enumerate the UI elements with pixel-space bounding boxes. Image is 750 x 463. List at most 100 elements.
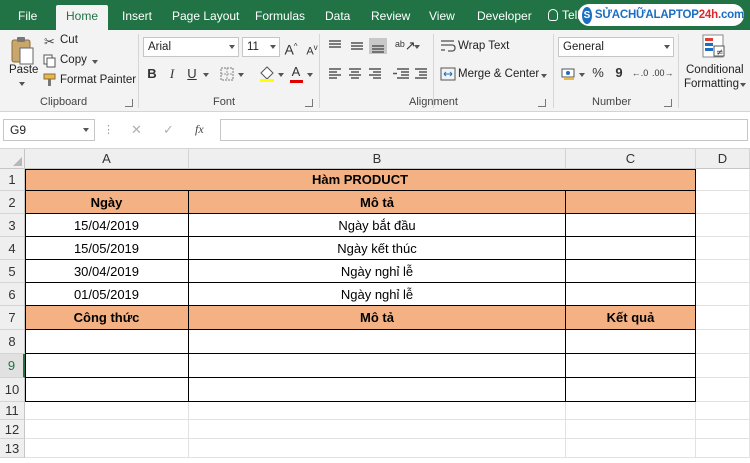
- column-header-a[interactable]: A: [25, 149, 189, 169]
- date-cell[interactable]: 15/04/2019: [25, 214, 189, 237]
- number-format-dropdown[interactable]: General: [558, 37, 674, 57]
- sheet-title-cell[interactable]: Hàm PRODUCT: [25, 169, 696, 191]
- tab-view[interactable]: View: [429, 0, 455, 30]
- font-name-dropdown[interactable]: Arial: [143, 37, 239, 57]
- header-cell-formula[interactable]: Công thức: [25, 306, 189, 330]
- cell[interactable]: [696, 260, 750, 283]
- decrease-decimal-button[interactable]: .00→: [652, 63, 674, 83]
- paste-dropdown-icon[interactable]: [19, 82, 25, 86]
- accounting-dropdown-icon[interactable]: [579, 73, 585, 77]
- cell[interactable]: [696, 330, 750, 354]
- cell[interactable]: [696, 420, 750, 439]
- row-header-8[interactable]: 8: [0, 330, 25, 354]
- cell[interactable]: [696, 169, 750, 191]
- conditional-formatting-button[interactable]: Conditional: [686, 64, 744, 76]
- tab-file[interactable]: File: [18, 0, 37, 30]
- cell[interactable]: [696, 237, 750, 260]
- row-header-9[interactable]: 9: [0, 354, 25, 378]
- tab-page-layout[interactable]: Page Layout: [172, 0, 239, 30]
- grow-font-button[interactable]: A^: [281, 37, 301, 58]
- column-header-c[interactable]: C: [566, 149, 696, 169]
- column-header-d[interactable]: D: [696, 149, 750, 169]
- row-header-13[interactable]: 13: [0, 439, 25, 458]
- header-cell-empty[interactable]: [566, 191, 696, 214]
- fill-color-icon[interactable]: [258, 65, 276, 83]
- merge-center-dropdown-icon[interactable]: [541, 74, 547, 78]
- cell[interactable]: [25, 378, 189, 402]
- cell[interactable]: [189, 330, 566, 354]
- cell[interactable]: [189, 420, 566, 439]
- row-header-2[interactable]: 2: [0, 191, 25, 214]
- tab-developer[interactable]: Developer: [477, 0, 532, 30]
- header-cell-date[interactable]: Ngày: [25, 191, 189, 214]
- cell[interactable]: [696, 191, 750, 214]
- format-painter-button[interactable]: Format Painter: [60, 74, 136, 86]
- cell[interactable]: [566, 420, 696, 439]
- name-box[interactable]: G9: [3, 119, 95, 141]
- column-header-b[interactable]: B: [189, 149, 566, 169]
- header-cell-result[interactable]: Kết quả: [566, 306, 696, 330]
- comma-style-button[interactable]: 9: [609, 63, 629, 83]
- row-header-7[interactable]: 7: [0, 306, 25, 330]
- cell[interactable]: [566, 354, 696, 378]
- cell[interactable]: [566, 330, 696, 354]
- date-cell[interactable]: 01/05/2019: [25, 283, 189, 306]
- cell[interactable]: [189, 354, 566, 378]
- font-color-icon[interactable]: A: [286, 62, 306, 82]
- row-header-6[interactable]: 6: [0, 283, 25, 306]
- increase-decimal-button[interactable]: ←.0: [630, 63, 650, 83]
- cell[interactable]: [566, 378, 696, 402]
- merge-center-button[interactable]: Merge & Center: [458, 68, 539, 80]
- borders-dropdown-icon[interactable]: [238, 73, 244, 77]
- cut-button[interactable]: Cut: [60, 34, 78, 46]
- font-size-dropdown[interactable]: 11: [242, 37, 280, 57]
- row-header-10[interactable]: 10: [0, 378, 25, 402]
- cell[interactable]: [566, 237, 696, 260]
- description-cell[interactable]: Ngày nghỉ lễ: [189, 283, 566, 306]
- copy-button[interactable]: Copy: [60, 54, 87, 66]
- description-cell[interactable]: Ngày nghỉ lễ: [189, 260, 566, 283]
- cell[interactable]: [696, 214, 750, 237]
- cell[interactable]: [566, 260, 696, 283]
- paste-button[interactable]: Paste: [9, 64, 38, 76]
- date-cell[interactable]: 30/04/2019: [25, 260, 189, 283]
- row-header-5[interactable]: 5: [0, 260, 25, 283]
- accounting-format-icon[interactable]: [561, 67, 577, 81]
- select-all-corner[interactable]: [0, 149, 25, 169]
- tab-review[interactable]: Review: [371, 0, 410, 30]
- date-cell[interactable]: 15/05/2019: [25, 237, 189, 260]
- font-launcher-icon[interactable]: [305, 99, 313, 107]
- cell[interactable]: [25, 420, 189, 439]
- cell[interactable]: [696, 306, 750, 330]
- cancel-icon[interactable]: ✕: [131, 122, 142, 138]
- row-header-3[interactable]: 3: [0, 214, 25, 237]
- underline-dropdown-icon[interactable]: [203, 73, 209, 77]
- enter-icon[interactable]: ✓: [163, 122, 174, 138]
- row-header-12[interactable]: 12: [0, 420, 25, 439]
- cell[interactable]: [189, 402, 566, 420]
- tab-home[interactable]: Home: [56, 5, 109, 30]
- cell[interactable]: [566, 402, 696, 420]
- alignment-launcher-icon[interactable]: [538, 99, 546, 107]
- formula-input[interactable]: [220, 119, 748, 141]
- cell[interactable]: [189, 378, 566, 402]
- vertical-align-icons[interactable]: [327, 38, 387, 54]
- italic-button[interactable]: I: [162, 64, 182, 84]
- number-launcher-icon[interactable]: [664, 99, 672, 107]
- header-cell-description[interactable]: Mô tả: [189, 191, 566, 214]
- cell[interactable]: [25, 354, 189, 378]
- cell[interactable]: [696, 378, 750, 402]
- clipboard-launcher-icon[interactable]: [125, 99, 133, 107]
- cell[interactable]: [25, 402, 189, 420]
- cell[interactable]: [25, 439, 189, 458]
- borders-icon[interactable]: [220, 67, 234, 81]
- bold-button[interactable]: B: [142, 64, 162, 84]
- conditional-formatting-dropdown-icon[interactable]: [740, 83, 746, 87]
- cell[interactable]: [189, 439, 566, 458]
- copy-dropdown-icon[interactable]: [92, 60, 98, 64]
- description-cell[interactable]: Ngày bắt đầu: [189, 214, 566, 237]
- cell[interactable]: [696, 402, 750, 420]
- cell[interactable]: [696, 354, 750, 378]
- insert-function-icon[interactable]: fx: [195, 122, 204, 137]
- header-cell-description-2[interactable]: Mô tả: [189, 306, 566, 330]
